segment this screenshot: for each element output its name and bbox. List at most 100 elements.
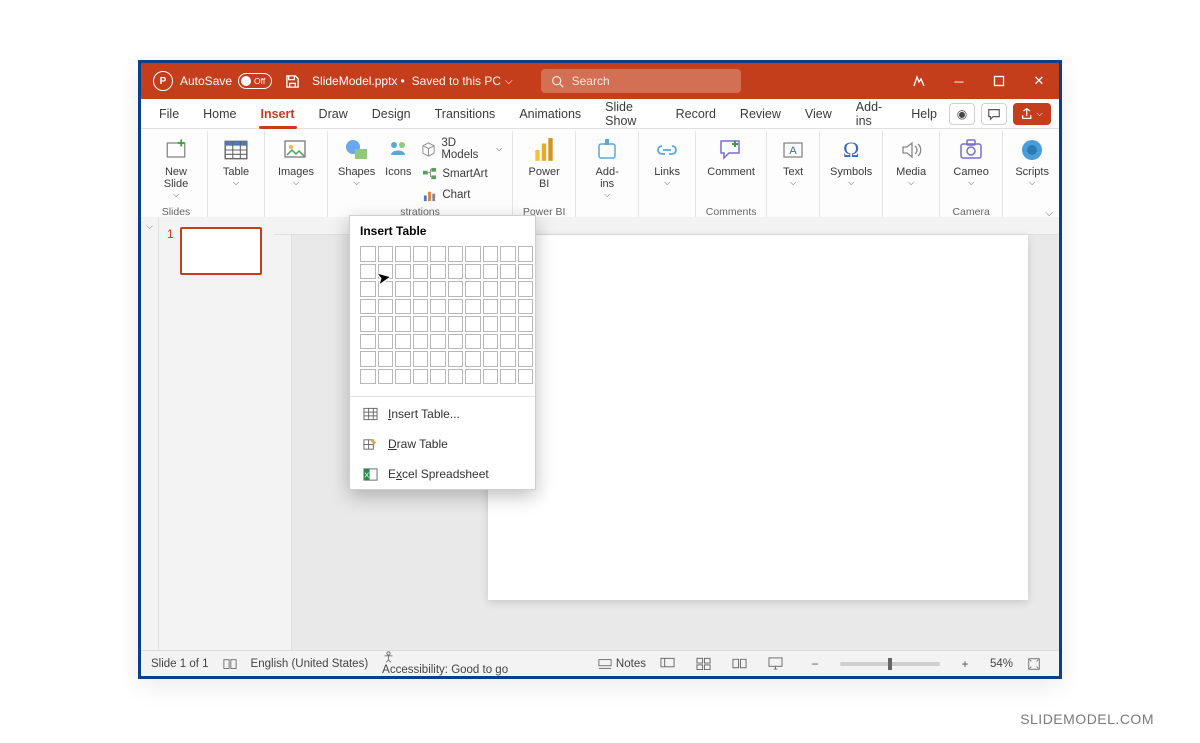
grid-cell[interactable] (448, 334, 464, 350)
chevron-down-icon[interactable]: ⌵ (505, 76, 513, 87)
tab-addins[interactable]: Add-ins (844, 99, 899, 128)
slide-canvas[interactable] (488, 235, 1028, 600)
grid-cell[interactable] (500, 334, 516, 350)
tab-animations[interactable]: Animations (507, 99, 593, 128)
grid-cell[interactable] (395, 369, 411, 385)
tab-insert[interactable]: Insert (249, 99, 307, 128)
zoom-slider[interactable] (840, 662, 940, 666)
cameo-button[interactable]: Cameo⌵ (946, 133, 996, 190)
grid-cell[interactable] (413, 369, 429, 385)
grid-cell[interactable] (518, 334, 534, 350)
grid-cell[interactable] (500, 264, 516, 280)
tab-home[interactable]: Home (191, 99, 248, 128)
grid-cell[interactable] (465, 281, 481, 297)
close-button[interactable]: ✕ (1019, 63, 1059, 99)
zoom-in-button[interactable]: + (954, 657, 976, 671)
new-slide-button[interactable]: New Slide⌵ (151, 133, 201, 202)
tab-record[interactable]: Record (664, 99, 728, 128)
grid-cell[interactable] (413, 264, 429, 280)
grid-cell[interactable] (430, 316, 446, 332)
outline-collapse[interactable]: ⌵ (141, 217, 159, 650)
tab-slideshow[interactable]: Slide Show (593, 99, 663, 128)
grid-cell[interactable] (430, 369, 446, 385)
grid-cell[interactable] (413, 334, 429, 350)
tab-view[interactable]: View (793, 99, 844, 128)
save-icon[interactable] (278, 74, 306, 89)
grid-cell[interactable] (518, 316, 534, 332)
save-status[interactable]: Saved to this PC (412, 74, 501, 88)
grid-cell[interactable] (483, 334, 499, 350)
grid-cell[interactable] (378, 316, 394, 332)
grid-cell[interactable] (413, 316, 429, 332)
grid-cell[interactable] (448, 369, 464, 385)
shapes-button[interactable]: Shapes⌵ (334, 133, 379, 190)
grid-cell[interactable] (430, 246, 446, 262)
accessibility-book-icon[interactable] (223, 658, 237, 670)
accessibility-status[interactable]: Accessibility: Good to go (382, 651, 508, 676)
links-button[interactable]: Links⌵ (645, 133, 689, 190)
comment-button[interactable]: Comment (702, 133, 760, 180)
grid-cell[interactable] (465, 334, 481, 350)
notes-button[interactable]: Notes (598, 658, 646, 670)
images-button[interactable]: Images⌵ (271, 133, 321, 190)
grid-cell[interactable] (500, 281, 516, 297)
grid-cell[interactable] (395, 351, 411, 367)
grid-cell[interactable] (378, 369, 394, 385)
coming-soon-icon[interactable] (899, 63, 939, 99)
language-status[interactable]: English (United States) (251, 658, 369, 670)
grid-cell[interactable] (500, 316, 516, 332)
share-button[interactable]: ⌵ (1013, 103, 1051, 125)
grid-cell[interactable] (448, 316, 464, 332)
slideshow-view-icon[interactable] (768, 657, 790, 670)
slide-sorter-icon[interactable] (696, 657, 718, 670)
zoom-out-button[interactable]: − (804, 657, 826, 671)
grid-cell[interactable] (378, 246, 394, 262)
grid-cell[interactable] (360, 264, 376, 280)
grid-cell[interactable] (360, 246, 376, 262)
grid-cell[interactable] (360, 281, 376, 297)
grid-cell[interactable] (360, 299, 376, 315)
tab-design[interactable]: Design (360, 99, 423, 128)
grid-cell[interactable] (430, 334, 446, 350)
tab-draw[interactable]: Draw (307, 99, 360, 128)
tab-file[interactable]: File (147, 99, 191, 128)
autosave-toggle[interactable]: Off (238, 73, 272, 89)
icons-button[interactable]: Icons (379, 133, 417, 180)
minimize-button[interactable]: ─ (939, 63, 979, 99)
grid-cell[interactable] (465, 299, 481, 315)
grid-cell[interactable] (483, 351, 499, 367)
grid-cell[interactable] (483, 299, 499, 315)
grid-cell[interactable] (483, 281, 499, 297)
grid-cell[interactable] (360, 351, 376, 367)
grid-cell[interactable] (378, 351, 394, 367)
grid-cell[interactable] (413, 246, 429, 262)
grid-cell[interactable] (500, 246, 516, 262)
search-input[interactable]: Search (541, 69, 741, 93)
camera-record-icon[interactable]: ◉ (949, 103, 975, 125)
grid-cell[interactable] (360, 369, 376, 385)
grid-cell[interactable] (430, 299, 446, 315)
grid-cell[interactable] (448, 299, 464, 315)
slide-thumbnail-1[interactable] (180, 227, 262, 275)
table-button[interactable]: Table⌵ (214, 133, 258, 190)
grid-cell[interactable] (465, 316, 481, 332)
grid-cell[interactable] (395, 246, 411, 262)
grid-cell[interactable] (483, 264, 499, 280)
grid-cell[interactable] (395, 334, 411, 350)
grid-cell[interactable] (413, 299, 429, 315)
grid-cell[interactable] (413, 281, 429, 297)
grid-cell[interactable] (448, 264, 464, 280)
grid-cell[interactable] (465, 351, 481, 367)
grid-cell[interactable] (500, 351, 516, 367)
grid-cell[interactable] (500, 369, 516, 385)
grid-cell[interactable] (518, 351, 534, 367)
insert-table-menuitem[interactable]: Insert Table... Insert Table... (350, 399, 535, 429)
excel-spreadsheet-menuitem[interactable]: X Excel Spreadsheet Excel Spreadsheet (350, 459, 535, 489)
3d-models-button[interactable]: 3D Models⌵ (417, 135, 506, 163)
grid-cell[interactable] (448, 246, 464, 262)
tab-review[interactable]: Review (728, 99, 793, 128)
fit-to-window-icon[interactable] (1027, 657, 1049, 671)
media-button[interactable]: Media⌵ (889, 133, 933, 190)
grid-cell[interactable] (378, 334, 394, 350)
smartart-button[interactable]: SmartArt (417, 164, 506, 184)
